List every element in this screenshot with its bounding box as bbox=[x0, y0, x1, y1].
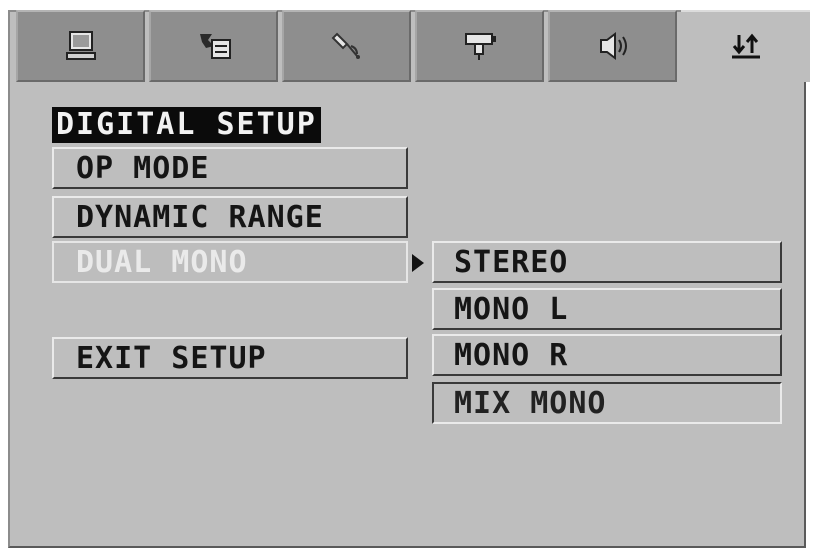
menu-item-exit-setup[interactable]: EXIT SETUP bbox=[52, 337, 408, 379]
tab-speaker[interactable] bbox=[548, 10, 677, 82]
tab-projector[interactable] bbox=[415, 10, 544, 82]
menu-item-dual-mono[interactable]: DUAL MONO bbox=[52, 241, 408, 283]
speaker-icon bbox=[599, 32, 627, 60]
tab-monitor[interactable] bbox=[16, 10, 145, 82]
tab-satellite[interactable] bbox=[282, 10, 411, 82]
language-icon bbox=[199, 34, 231, 59]
submenu-item-mono-l[interactable]: MONO L bbox=[432, 288, 782, 330]
tab-language[interactable] bbox=[149, 10, 278, 82]
tab-bar bbox=[16, 10, 814, 84]
page-title: DIGITAL SETUP bbox=[52, 107, 321, 143]
monitor-icon bbox=[65, 31, 96, 60]
digital-setup-icon bbox=[731, 33, 760, 59]
submenu-arrow-icon bbox=[412, 254, 424, 272]
submenu-item-stereo[interactable]: STEREO bbox=[432, 241, 782, 283]
satellite-icon bbox=[331, 32, 360, 59]
menu-item-dynamic-range[interactable]: DYNAMIC RANGE bbox=[52, 196, 408, 238]
projector-icon bbox=[464, 33, 496, 60]
menu-item-op-mode[interactable]: OP MODE bbox=[52, 147, 408, 189]
tab-digital-setup[interactable] bbox=[681, 10, 810, 82]
submenu-item-mono-r[interactable]: MONO R bbox=[432, 334, 782, 376]
submenu-item-mix-mono[interactable]: MIX MONO bbox=[432, 382, 782, 424]
